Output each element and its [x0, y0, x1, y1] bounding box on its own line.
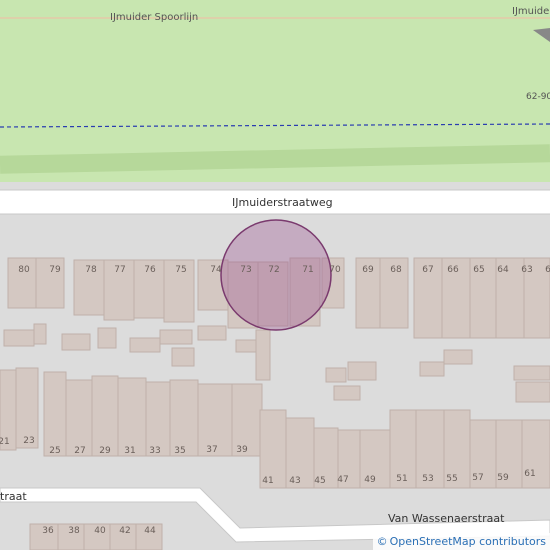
house-number: 25 [49, 446, 60, 456]
south-street-label: Van Wassenaerstraat [388, 512, 505, 525]
house-number: 44 [144, 526, 156, 536]
house-number: 64 [497, 265, 509, 275]
west-street-label: traat [0, 490, 27, 503]
house-number: 70 [329, 265, 341, 275]
house-number: 6 [545, 265, 550, 275]
house-number: 63 [521, 265, 532, 275]
house-number: 76 [144, 265, 156, 275]
house-number: 53 [422, 474, 433, 484]
house-number: 40 [94, 526, 106, 536]
house-number: 42 [119, 526, 130, 536]
house-number: 71 [302, 265, 313, 275]
south-buildings [0, 367, 550, 489]
map-canvas[interactable]: IJmuider Spoorlijn IJmuide 62-90 IJmuide… [0, 0, 550, 550]
house-number: 33 [149, 446, 160, 456]
house-number: 61 [524, 469, 535, 479]
house-number: 59 [497, 473, 509, 483]
house-number: 23 [23, 436, 34, 446]
area-code-label: 62-90 [526, 92, 550, 102]
house-number: 75 [175, 265, 186, 275]
house-number: 66 [447, 265, 459, 275]
house-number: 41 [262, 476, 273, 486]
house-number: 55 [446, 474, 457, 484]
railway-label-right: IJmuide [512, 6, 549, 17]
house-number: 72 [268, 265, 279, 275]
house-number: 38 [68, 526, 80, 536]
house-number: 29 [99, 446, 111, 456]
house-number: 73 [240, 265, 251, 275]
house-number: 35 [174, 446, 185, 456]
house-number: 74 [210, 265, 222, 275]
house-number: 51 [396, 474, 407, 484]
house-number: 47 [337, 475, 348, 485]
house-number: 49 [364, 475, 376, 485]
house-number: 69 [362, 265, 374, 275]
house-number: 67 [422, 265, 433, 275]
house-number: 21 [0, 437, 10, 447]
house-number: 37 [206, 445, 217, 455]
house-number: 65 [473, 265, 484, 275]
house-number: 45 [314, 476, 325, 486]
house-number: 36 [42, 526, 54, 536]
house-number: 68 [390, 265, 402, 275]
copyright-symbol: © [376, 535, 388, 548]
location-marker[interactable] [220, 219, 332, 331]
map-svg: IJmuider Spoorlijn IJmuide 62-90 IJmuide… [0, 0, 550, 550]
house-number: 80 [18, 265, 30, 275]
house-number: 77 [114, 265, 125, 275]
house-number: 39 [236, 445, 248, 455]
house-number: 31 [124, 446, 135, 456]
attribution[interactable]: © OpenStreetMap contributors [372, 533, 550, 550]
house-number: 57 [472, 473, 483, 483]
attribution-link[interactable]: OpenStreetMap contributors [390, 535, 546, 548]
house-number: 27 [74, 446, 85, 456]
house-number: 78 [85, 265, 97, 275]
railway-label: IJmuider Spoorlijn [110, 12, 198, 23]
main-street-label: IJmuiderstraatweg [232, 196, 333, 209]
house-number: 79 [49, 265, 61, 275]
house-number: 43 [289, 476, 300, 486]
